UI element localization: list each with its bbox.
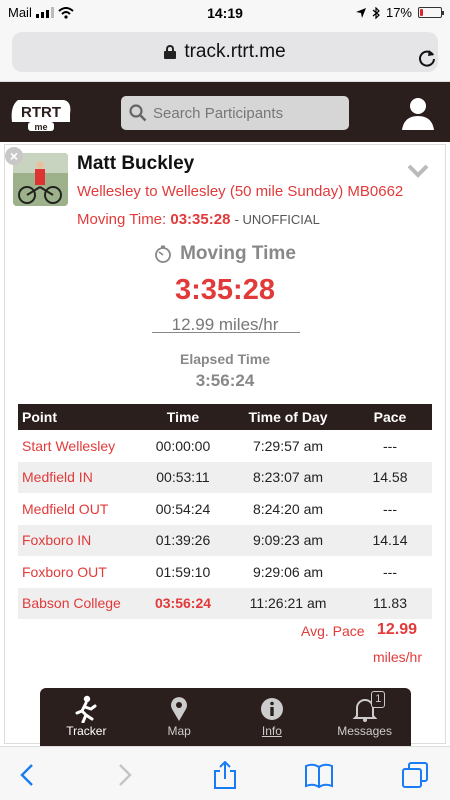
split-time-of-day: 11:26:21 am [228, 587, 348, 619]
split-pace: --- [383, 500, 397, 517]
col-header-time-of-day: Time of Day [228, 404, 348, 430]
status-bar: Mail 14:19 17% [0, 0, 450, 26]
split-point[interactable]: Foxboro OUT [18, 556, 138, 588]
moving-time-line: Moving Time: 03:35:28 - UNOFFICIAL [77, 211, 320, 228]
battery-fill [420, 9, 423, 16]
bluetooth-icon [372, 6, 380, 19]
participant-name[interactable]: Matt Buckley [77, 153, 194, 175]
splits-table: Point Time Time of Day Pace Start Welles… [18, 404, 432, 619]
user-icon[interactable] [400, 96, 436, 130]
split-time: 00:53:11 [138, 461, 228, 493]
split-point[interactable]: Medfield IN [18, 461, 138, 493]
split-time-of-day: 8:24:20 am [252, 500, 324, 517]
reload-icon[interactable] [416, 47, 438, 69]
avg-pace-unit: miles/hr [373, 649, 423, 665]
stopwatch-icon [155, 245, 172, 263]
elapsed-time-label: Elapsed Time [179, 351, 270, 367]
chevron-down-icon[interactable] [407, 163, 429, 179]
close-icon[interactable]: × [5, 147, 23, 165]
tab-label: Info [261, 724, 282, 738]
split-point[interactable]: Foxboro IN [18, 524, 138, 556]
table-row: Medfield IN 00:53:11 8:23:07 am 14.58 [18, 461, 432, 493]
col-header-pace: Pace [348, 404, 432, 430]
split-time-of-day: 9:29:06 am [252, 563, 324, 580]
forward-icon[interactable] [108, 761, 138, 789]
bookmarks-icon[interactable] [304, 761, 334, 789]
elapsed-time-value: 3:56:24 [195, 371, 255, 390]
moving-time-title-text: Moving Time [180, 243, 296, 264]
participant-card: × Matt Buckley Wellesley to Wellesley (5… [4, 144, 446, 744]
lock-icon [164, 45, 177, 59]
summary-divider [152, 332, 300, 333]
split-time: 03:56:24 [138, 587, 228, 619]
tab-label: Messages [337, 724, 392, 738]
avg-pace-label: Avg. Pace [301, 623, 365, 639]
split-time: 00:54:24 [155, 500, 211, 517]
search-icon [129, 104, 147, 122]
table-row: Medfield OUT 00:54:24 8:24:20 am --- [18, 493, 432, 525]
map-pin-icon [171, 697, 188, 721]
split-point[interactable]: Medfield OUT [18, 493, 138, 525]
tab-info[interactable]: Info [226, 688, 319, 746]
battery-icon [418, 7, 444, 18]
split-time-of-day: 7:29:57 am [252, 437, 324, 454]
split-pace: 14.58 [348, 461, 432, 493]
table-row: Foxboro OUT 01:59:10 9:29:06 am --- [18, 556, 432, 588]
share-icon[interactable] [210, 761, 240, 789]
moving-time-title: Moving Time [154, 243, 296, 265]
split-time-of-day: 9:09:23 am [228, 524, 348, 556]
tabs-icon[interactable] [400, 761, 430, 789]
runner-icon [75, 695, 97, 723]
logo-text: RTRT [21, 104, 61, 121]
split-point[interactable]: Babson College [18, 587, 138, 619]
logo-sub: me [34, 122, 47, 132]
col-header-point: Point [18, 404, 138, 430]
messages-badge: 1 [371, 691, 386, 708]
search-input[interactable] [153, 104, 343, 122]
moving-time-summary: Moving Time 3:35:28 12.99 miles/hr [5, 243, 445, 335]
split-time: 00:00:00 [155, 437, 211, 454]
moving-time-value: 03:35:28 [170, 211, 231, 228]
event-name: Wellesley to Wellesley (50 mile Sunday) … [77, 183, 404, 200]
location-icon [355, 7, 366, 18]
status-right: 17% [355, 5, 444, 20]
app-header: RTRT me [0, 82, 450, 142]
info-icon [260, 698, 283, 720]
table-row: Babson College 03:56:24 11:26:21 am 11.8… [18, 587, 432, 619]
browser-toolbar [0, 746, 450, 800]
tab-label: Map [167, 724, 191, 738]
split-time-of-day: 8:23:07 am [228, 461, 348, 493]
col-header-time: Time [138, 404, 228, 430]
app-tab-bar: Tracker Map Info 1 Messages [40, 688, 411, 746]
split-pace: --- [383, 437, 397, 454]
splits-header-row: Point Time Time of Day Pace [18, 404, 432, 430]
split-pace: 11.83 [348, 587, 432, 619]
unofficial-label: - UNOFFICIAL [234, 212, 320, 227]
tab-map[interactable]: Map [133, 688, 226, 746]
back-icon[interactable] [14, 761, 44, 789]
split-time: 01:59:10 [155, 563, 211, 580]
tab-tracker[interactable]: Tracker [40, 688, 133, 746]
search-box [121, 96, 349, 130]
browser-url-bar: track.rtrt.me [0, 26, 450, 82]
rtrt-logo[interactable]: RTRT me [8, 92, 74, 132]
table-row: Foxboro IN 01:39:26 9:09:23 am 14.14 [18, 524, 432, 556]
table-row: Start Wellesley 00:00:00 7:29:57 am --- [18, 430, 432, 462]
url-text: track.rtrt.me [184, 41, 286, 62]
split-point[interactable]: Start Wellesley [18, 430, 138, 462]
split-pace: --- [383, 563, 397, 580]
split-time: 01:39:26 [138, 524, 228, 556]
moving-time-label: Moving Time: [77, 211, 167, 228]
tab-label: Tracker [66, 724, 107, 738]
avg-pace-value: 12.99 [377, 621, 418, 638]
moving-time-big: 3:35:28 [175, 274, 275, 306]
split-pace: 14.14 [348, 524, 432, 556]
battery-percent: 17% [385, 5, 412, 20]
tab-messages[interactable]: 1 Messages [318, 688, 411, 746]
address-field[interactable]: track.rtrt.me [12, 32, 438, 72]
